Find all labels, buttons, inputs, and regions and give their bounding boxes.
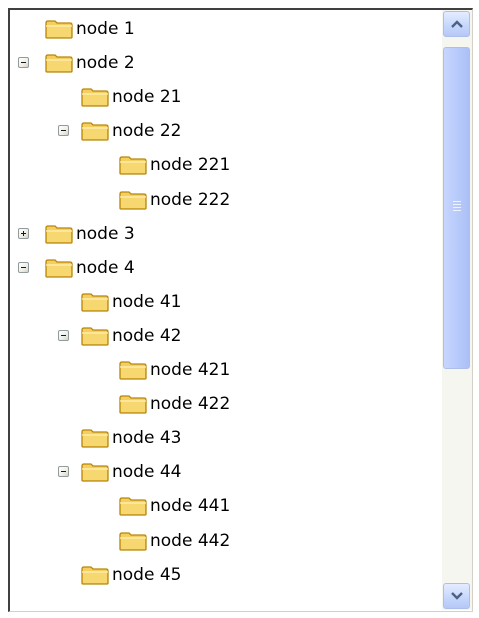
tree-node[interactable]: node 421 [10, 355, 440, 383]
tree-node-label: node 41 [112, 291, 182, 312]
tree-node-label: node 45 [112, 564, 182, 585]
tree-node-label: node 442 [150, 530, 231, 551]
tree-node-label: node 43 [112, 428, 182, 449]
tree-node[interactable]: node 2 [10, 48, 440, 76]
folder-icon [44, 257, 74, 279]
tree-node-label: node 4 [76, 257, 135, 278]
scroll-up-button[interactable] [443, 11, 470, 37]
tree-node[interactable]: node 422 [10, 389, 440, 417]
tree-node[interactable]: node 45 [10, 560, 440, 588]
folder-icon [118, 189, 148, 211]
vertical-scrollbar[interactable] [442, 10, 472, 610]
thumb-grip-line [453, 204, 461, 205]
tree-content: node 1 node 2 node 21 node 22 node 221 node 2… [10, 10, 440, 610]
minus-icon[interactable] [18, 261, 29, 273]
tree-node-label: node 22 [112, 121, 182, 142]
tree-node-label: node 221 [150, 155, 231, 176]
thumb-grip-line [453, 207, 461, 208]
tree-node[interactable]: node 44 [10, 457, 440, 485]
tree-node[interactable]: node 43 [10, 423, 440, 451]
folder-icon [80, 291, 110, 313]
folder-icon [118, 495, 148, 517]
tree-node-label: node 44 [112, 462, 182, 483]
tree-node-label: node 422 [150, 394, 231, 415]
folder-icon [44, 52, 74, 74]
tree-node-label: node 441 [150, 496, 231, 517]
tree-node-label: node 2 [76, 53, 135, 74]
tree-node[interactable]: node 42 [10, 321, 440, 349]
scroll-thumb[interactable] [443, 47, 470, 369]
folder-icon [80, 564, 110, 586]
tree-node-label: node 3 [76, 223, 135, 244]
tree-node-label: node 222 [150, 189, 231, 210]
tree-node[interactable]: node 22 [10, 116, 440, 144]
minus-icon[interactable] [58, 466, 69, 478]
tree-node[interactable]: node 1 [10, 14, 440, 42]
folder-icon [80, 325, 110, 347]
folder-icon [118, 359, 148, 381]
tree-node[interactable]: node 222 [10, 185, 440, 213]
thumb-grip-line [453, 201, 461, 202]
tree-node[interactable]: node 21 [10, 82, 440, 110]
minus-icon[interactable] [18, 57, 29, 69]
folder-icon [44, 18, 74, 40]
thumb-grip-line [453, 210, 461, 211]
minus-icon[interactable] [58, 125, 69, 137]
tree-node-label: node 42 [112, 325, 182, 346]
chevron-up-icon [451, 20, 463, 28]
plus-icon[interactable] [18, 227, 29, 239]
folder-icon [44, 223, 74, 245]
tree-node[interactable]: node 41 [10, 287, 440, 315]
tree-node[interactable]: node 3 [10, 219, 440, 247]
minus-icon[interactable] [58, 329, 69, 341]
folder-icon [80, 120, 110, 142]
folder-icon [118, 530, 148, 552]
tree-view: node 1 node 2 node 21 node 22 node 221 node 2… [8, 8, 473, 612]
tree-node[interactable]: node 221 [10, 150, 440, 178]
tree-node[interactable]: node 442 [10, 526, 440, 554]
chevron-down-icon [451, 592, 463, 600]
folder-icon [80, 461, 110, 483]
tree-node-label: node 21 [112, 87, 182, 108]
tree-node-label: node 1 [76, 19, 135, 39]
tree-node-label: node 421 [150, 360, 231, 380]
scroll-down-button[interactable] [443, 583, 470, 609]
folder-icon [80, 86, 110, 108]
folder-icon [118, 393, 148, 415]
tree-node[interactable]: node 4 [10, 253, 440, 281]
folder-icon [80, 427, 110, 449]
tree-node[interactable]: node 441 [10, 491, 440, 519]
folder-icon [118, 154, 148, 176]
